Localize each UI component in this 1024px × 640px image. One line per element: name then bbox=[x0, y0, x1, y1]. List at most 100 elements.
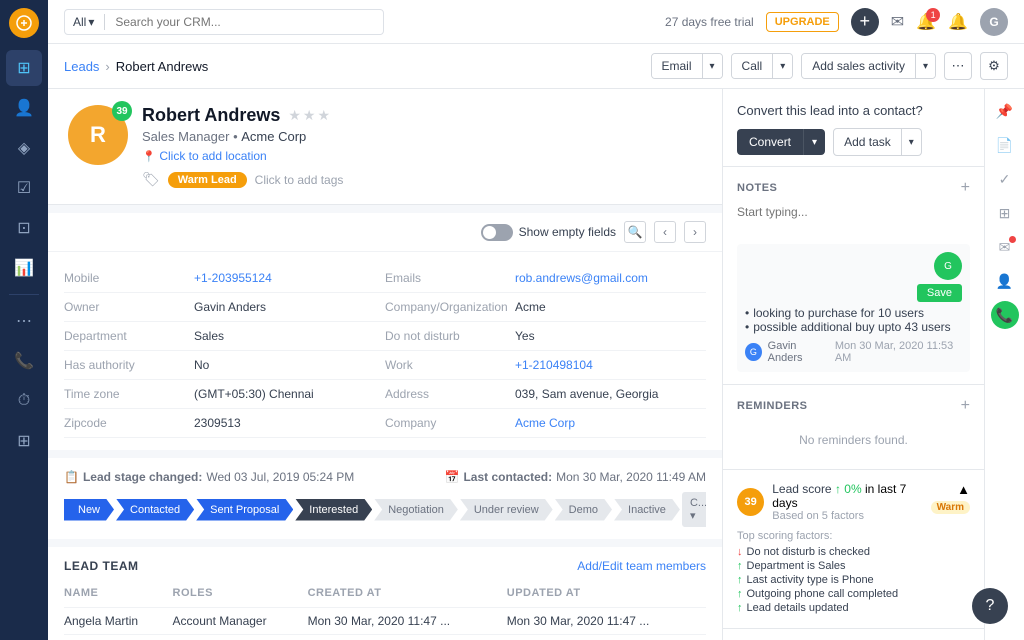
breadcrumb-leads[interactable]: Leads bbox=[64, 59, 99, 74]
stage-under-review[interactable]: Under review bbox=[460, 499, 553, 521]
stage-demo[interactable]: Demo bbox=[555, 499, 612, 521]
far-right-grid-icon[interactable]: ⊞ bbox=[991, 199, 1019, 227]
call-button[interactable]: Call bbox=[732, 54, 774, 78]
add-tag[interactable]: Click to add tags bbox=[255, 173, 344, 187]
field-timezone: Time zone (GMT+05:30) Chennai bbox=[64, 380, 385, 409]
sidebar-calendar[interactable]: ⊡ bbox=[6, 210, 42, 246]
convert-arrow-button[interactable]: ▾ bbox=[803, 129, 825, 155]
sidebar-grid[interactable]: ⊞ bbox=[6, 423, 42, 459]
member-name: Angela Martin bbox=[64, 608, 173, 635]
contact-location[interactable]: 📍 Click to add location bbox=[142, 148, 702, 163]
fields-right-col: Emails rob.andrews@gmail.com Company/Org… bbox=[385, 264, 706, 438]
email-arrow[interactable]: ▾ bbox=[703, 54, 722, 78]
field-authority: Has authority No bbox=[64, 351, 385, 380]
sidebar-clock[interactable]: ⏱ bbox=[6, 383, 42, 419]
search-fields-button[interactable]: 🔍 bbox=[624, 221, 646, 243]
stage-negotiation[interactable]: Negotiation bbox=[374, 499, 458, 521]
more-options-button[interactable]: ⋯ bbox=[944, 52, 972, 80]
sidebar-tasks[interactable]: ☑ bbox=[6, 170, 42, 206]
field-emails: Emails rob.andrews@gmail.com bbox=[385, 264, 706, 293]
settings-button[interactable]: ⚙ bbox=[980, 52, 1008, 80]
company-org-value: Acme bbox=[515, 300, 546, 314]
reminders-header: REMINDERS + bbox=[737, 397, 970, 415]
add-task-arrow-button[interactable]: ▾ bbox=[902, 128, 922, 156]
factors-title: Top scoring factors: bbox=[737, 530, 970, 542]
stage-sent-proposal[interactable]: Sent Proposal bbox=[196, 499, 293, 521]
team-table: NAME ROLES CREATED AT UPDATED AT Angela … bbox=[64, 583, 706, 635]
search-all-dropdown[interactable]: All ▾ bbox=[73, 15, 94, 29]
logo[interactable] bbox=[9, 8, 39, 38]
member-created: Mon 30 Mar, 2020 11:47 ... bbox=[308, 608, 507, 635]
call-arrow[interactable]: ▾ bbox=[773, 54, 792, 78]
divider bbox=[104, 14, 105, 30]
sidebar: ⊞ 👤 ◈ ☑ ⊡ 📊 ⋯ 📞 ⏱ ⊞ bbox=[0, 0, 48, 640]
star-1[interactable]: ★ bbox=[288, 107, 301, 124]
search-input[interactable] bbox=[115, 15, 375, 29]
address-value: 039, Sam avenue, Georgia bbox=[515, 387, 658, 401]
help-button[interactable]: ? bbox=[972, 588, 1008, 624]
factor-2-icon: ↑ bbox=[737, 560, 743, 572]
far-right-mail-icon[interactable]: ✉ bbox=[991, 233, 1019, 261]
far-right-phone-icon[interactable]: 📞 bbox=[991, 301, 1019, 329]
col-created: CREATED AT bbox=[308, 583, 507, 608]
add-edit-team-link[interactable]: Add/Edit team members bbox=[577, 559, 706, 573]
prev-fields-button[interactable]: ‹ bbox=[654, 221, 676, 243]
address-label: Address bbox=[385, 387, 515, 401]
save-button[interactable]: Save bbox=[917, 284, 962, 302]
score-change: ↑ 0% bbox=[835, 482, 862, 496]
far-right-person-icon[interactable]: 👤 bbox=[991, 267, 1019, 295]
scoring-factors: Top scoring factors: ↓ Do not disturb is… bbox=[737, 530, 970, 614]
far-right-pin-icon[interactable]: 📌 bbox=[991, 97, 1019, 125]
upgrade-button[interactable]: UPGRADE bbox=[766, 12, 839, 32]
two-panel: R 39 Robert Andrews ★ ★ ★ bbox=[48, 89, 1024, 640]
stage-interested[interactable]: Interested bbox=[295, 499, 372, 521]
show-empty-toggle[interactable] bbox=[481, 224, 513, 241]
company-value[interactable]: Acme Corp bbox=[515, 416, 575, 430]
convert-title: Convert this lead into a contact? bbox=[737, 103, 970, 118]
stage-new[interactable]: New bbox=[64, 499, 114, 521]
sidebar-reports[interactable]: 📊 bbox=[6, 250, 42, 286]
stage-more[interactable]: C.../Un... ▾ bbox=[682, 492, 706, 527]
next-fields-button[interactable]: › bbox=[684, 221, 706, 243]
add-note-icon[interactable]: + bbox=[961, 179, 970, 197]
note-time: Mon 30 Mar, 2020 11:53 AM bbox=[835, 340, 962, 364]
warm-tag[interactable]: Warm Lead bbox=[168, 172, 247, 188]
field-company-org: Company/Organization Acme bbox=[385, 293, 706, 322]
user-avatar[interactable]: G bbox=[980, 8, 1008, 36]
far-right-check-icon[interactable]: ✓ bbox=[991, 165, 1019, 193]
notifications-icon[interactable]: 🔔 1 bbox=[916, 12, 936, 32]
breadcrumb-current: Robert Andrews bbox=[116, 59, 209, 74]
add-sales-button[interactable]: Add sales activity bbox=[802, 54, 916, 78]
far-right-doc-icon[interactable]: 📄 bbox=[991, 131, 1019, 159]
stage-inactive[interactable]: Inactive bbox=[614, 499, 680, 521]
field-mobile: Mobile +1-203955124 bbox=[64, 264, 385, 293]
emails-value[interactable]: rob.andrews@gmail.com bbox=[515, 271, 648, 285]
add-task-button[interactable]: Add task bbox=[833, 128, 902, 156]
convert-button[interactable]: Convert bbox=[737, 129, 803, 155]
star-3[interactable]: ★ bbox=[317, 107, 330, 124]
bell-icon[interactable]: 🔔 bbox=[948, 12, 968, 32]
contact-header: R 39 Robert Andrews ★ ★ ★ bbox=[48, 89, 722, 205]
add-button[interactable]: + bbox=[851, 8, 879, 36]
breadcrumb: Leads › Robert Andrews bbox=[64, 59, 208, 74]
sales-arrow[interactable]: ▾ bbox=[916, 54, 935, 78]
sidebar-more1[interactable]: ⋯ bbox=[6, 303, 42, 339]
owner-value: Gavin Anders bbox=[194, 300, 266, 314]
sidebar-deals[interactable]: ◈ bbox=[6, 130, 42, 166]
add-reminder-icon[interactable]: + bbox=[961, 397, 970, 415]
sidebar-contacts[interactable]: 👤 bbox=[6, 90, 42, 126]
work-value[interactable]: +1-210498104 bbox=[515, 358, 593, 372]
email-icon[interactable]: ✉ bbox=[891, 12, 904, 32]
mobile-value[interactable]: +1-203955124 bbox=[194, 271, 272, 285]
authority-label: Has authority bbox=[64, 358, 194, 372]
email-button[interactable]: Email bbox=[652, 54, 703, 78]
breadcrumb-separator: › bbox=[105, 59, 109, 74]
star-2[interactable]: ★ bbox=[303, 107, 316, 124]
sidebar-home[interactable]: ⊞ bbox=[6, 50, 42, 86]
email-split-button: Email ▾ bbox=[651, 53, 723, 79]
no-reminders: No reminders found. bbox=[737, 423, 970, 457]
stage-bar: New Contacted Sent Proposal Interested N… bbox=[64, 492, 706, 527]
notes-input[interactable] bbox=[737, 205, 970, 233]
stage-contacted[interactable]: Contacted bbox=[116, 499, 194, 521]
sidebar-phone[interactable]: 📞 bbox=[6, 343, 42, 379]
